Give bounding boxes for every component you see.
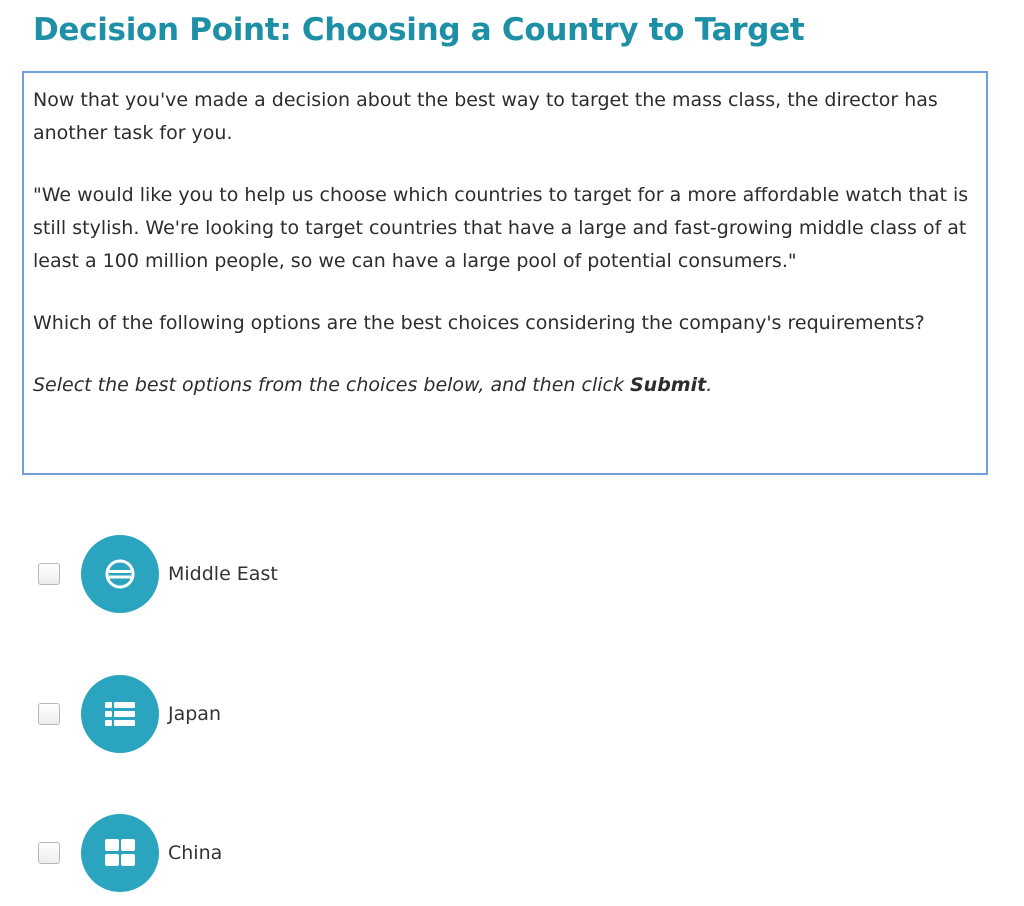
- prompt-paragraph-quote: "We would like you to help us choose whi…: [33, 184, 969, 272]
- option-checkbox[interactable]: [38, 842, 60, 864]
- option-label: China: [168, 842, 223, 864]
- option-china[interactable]: China: [38, 814, 438, 892]
- page-title: Decision Point: Choosing a Country to Ta…: [33, 12, 805, 48]
- prompt-paragraph-intro: Now that you've made a decision about th…: [33, 89, 938, 144]
- option-label: Japan: [168, 703, 221, 725]
- prompt-paragraph-question: Which of the following options are the b…: [33, 312, 925, 334]
- no-entry-sign-icon: [105, 559, 135, 589]
- option-icon-badge: [81, 535, 159, 613]
- option-icon-badge: [81, 675, 159, 753]
- grid-icon: [105, 839, 135, 866]
- list-icon: [105, 702, 135, 726]
- submit-keyword: Submit: [630, 374, 707, 396]
- option-middle-east[interactable]: Middle East: [38, 535, 438, 613]
- instruction-text: Select the best options from the choices…: [33, 374, 630, 396]
- option-japan[interactable]: Japan: [38, 675, 438, 753]
- option-icon-badge: [81, 814, 159, 892]
- prompt-instruction: Select the best options from the choices…: [33, 369, 977, 402]
- option-label: Middle East: [168, 563, 278, 585]
- instruction-end: .: [706, 374, 713, 396]
- option-checkbox[interactable]: [38, 703, 60, 725]
- option-checkbox[interactable]: [38, 563, 60, 585]
- prompt-box: Now that you've made a decision about th…: [22, 71, 988, 475]
